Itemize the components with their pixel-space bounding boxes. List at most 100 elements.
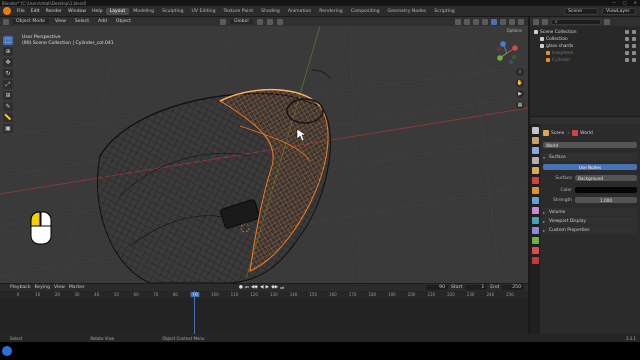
menu-help[interactable]: Help xyxy=(89,9,105,14)
cursor-tool-icon[interactable]: ⊕ xyxy=(3,47,13,56)
zoom-icon[interactable]: ⌕ xyxy=(516,68,524,76)
playhead[interactable] xyxy=(194,291,195,334)
filter-icon[interactable] xyxy=(604,18,610,25)
current-frame-field[interactable]: 90 xyxy=(426,285,449,290)
world-datablock-field[interactable]: World xyxy=(543,142,637,148)
select-box-tool-icon[interactable]: ⬚ xyxy=(3,36,13,45)
start-frame-field[interactable]: 1 xyxy=(465,285,488,290)
menu-marker[interactable]: Marker xyxy=(69,285,85,290)
custom-properties-panel-header[interactable]: ▸ Custom Properties xyxy=(543,226,637,234)
camera-icon[interactable] xyxy=(632,44,636,48)
view-layer-selector[interactable]: ViewLayer xyxy=(602,7,636,15)
mode-dropdown[interactable]: Object Mode xyxy=(12,19,49,24)
tool-tab-icon[interactable] xyxy=(531,127,539,134)
menu-keying[interactable]: Keying xyxy=(35,285,50,290)
texture-tab-icon[interactable] xyxy=(531,257,539,264)
outliner-editor-icon[interactable] xyxy=(533,18,539,25)
play-icon[interactable]: ▶ xyxy=(266,285,270,291)
display-mode-icon[interactable] xyxy=(542,18,548,25)
perspective-toggle-icon[interactable]: ▦ xyxy=(516,101,524,109)
blender-taskbar-icon[interactable] xyxy=(2,346,12,356)
modifier-tab-icon[interactable] xyxy=(531,197,539,204)
menu-playback[interactable]: Playback xyxy=(10,285,31,290)
pivot-icon[interactable] xyxy=(256,18,263,25)
use-nodes-button[interactable]: Use Nodes xyxy=(543,164,637,170)
object-tab-icon[interactable] xyxy=(531,187,539,194)
row-visibility-icons[interactable] xyxy=(625,37,636,41)
camera-icon[interactable] xyxy=(632,30,636,34)
outliner-row[interactable]: Icosphere xyxy=(530,50,640,56)
navigation-gizmo[interactable] xyxy=(494,40,520,66)
tab-uv-editing[interactable]: UV Editing xyxy=(188,8,220,15)
constraints-tab-icon[interactable] xyxy=(531,227,539,234)
jump-start-icon[interactable]: ⏮ xyxy=(245,285,249,291)
snap-icon[interactable] xyxy=(266,18,273,25)
menu-edit[interactable]: Edit xyxy=(28,9,43,14)
tab-texture-paint[interactable]: Texture Paint xyxy=(220,8,258,15)
row-visibility-icons[interactable] xyxy=(625,30,636,34)
menu-render[interactable]: Render xyxy=(43,9,65,14)
row-visibility-icons[interactable] xyxy=(625,51,636,55)
scene-tab-icon[interactable] xyxy=(531,167,539,174)
end-frame-field[interactable]: 250 xyxy=(502,285,524,290)
viewport-display-panel-header[interactable]: ▸ Viewport Display xyxy=(543,217,637,225)
data-tab-icon[interactable] xyxy=(531,237,539,244)
maximize-icon[interactable]: □ xyxy=(623,0,627,5)
world-tab-icon[interactable] xyxy=(531,177,539,184)
pan-hand-icon[interactable]: ✋ xyxy=(516,79,524,87)
row-visibility-icons[interactable] xyxy=(625,58,636,62)
jump-end-icon[interactable]: ⏭ xyxy=(280,285,284,291)
tab-geometry-nodes[interactable]: Geometry Nodes xyxy=(384,8,431,15)
tab-scripting[interactable]: Scripting xyxy=(430,8,458,15)
move-tool-icon[interactable]: ✥ xyxy=(3,58,13,67)
annotate-tool-icon[interactable]: ✎ xyxy=(3,102,13,111)
add-cube-tool-icon[interactable]: ▣ xyxy=(3,124,13,133)
measure-tool-icon[interactable]: 📏 xyxy=(3,113,13,122)
close-icon[interactable]: ✕ xyxy=(634,0,637,5)
tab-compositing[interactable]: Compositing xyxy=(347,8,384,15)
tab-rendering[interactable]: Rendering xyxy=(315,8,346,15)
options-button[interactable]: Options xyxy=(507,28,522,33)
menu-object[interactable]: Object xyxy=(113,19,134,24)
camera-icon[interactable] xyxy=(632,58,636,62)
outliner-search-input[interactable]: ⌕ xyxy=(551,18,601,25)
play-reverse-icon[interactable]: ◀ xyxy=(260,285,264,291)
shading-material-icon[interactable] xyxy=(509,18,515,25)
blender-logo-icon[interactable] xyxy=(3,7,11,15)
view-layer-tab-icon[interactable] xyxy=(531,157,539,164)
strength-field[interactable]: 1.000 xyxy=(575,197,637,203)
render-tab-icon[interactable] xyxy=(531,137,539,144)
surface-shader-field[interactable]: Background xyxy=(575,175,637,181)
transform-tool-icon[interactable]: ⊞ xyxy=(3,91,13,100)
overlay-icon[interactable] xyxy=(473,18,479,25)
outliner-row[interactable]: glass shards xyxy=(530,43,640,49)
menu-window[interactable]: Window xyxy=(65,9,89,14)
proportional-edit-icon[interactable] xyxy=(276,18,283,25)
menu-file[interactable]: File xyxy=(14,9,28,14)
material-tab-icon[interactable] xyxy=(531,247,539,254)
tab-animation[interactable]: Animation xyxy=(284,8,315,15)
menu-add[interactable]: Add xyxy=(95,19,110,24)
outliner-row[interactable]: Cylinder xyxy=(530,57,640,63)
eye-icon[interactable] xyxy=(625,44,629,48)
camera-view-icon[interactable]: ▶ xyxy=(516,90,524,98)
scale-tool-icon[interactable]: ⤢ xyxy=(3,80,13,89)
xray-icon[interactable] xyxy=(482,18,488,25)
shading-solid-icon[interactable] xyxy=(500,18,506,25)
particles-tab-icon[interactable] xyxy=(531,207,539,214)
minimize-icon[interactable]: — xyxy=(612,0,616,5)
menu-view[interactable]: View xyxy=(52,19,69,24)
menu-select[interactable]: Select xyxy=(72,19,92,24)
color-swatch[interactable] xyxy=(575,187,637,193)
menu-timeline-view[interactable]: View xyxy=(54,285,65,290)
next-key-icon[interactable]: ◆▶ xyxy=(271,285,278,291)
timeline-ruler[interactable]: 0 10 20 30 40 50 60 70 80 90 100 110 120 130 140 150 160… xyxy=(0,291,528,299)
tab-shading[interactable]: Shading xyxy=(257,8,284,15)
camera-icon[interactable] xyxy=(632,37,636,41)
eye-icon[interactable] xyxy=(625,30,629,34)
tab-layout[interactable]: Layout xyxy=(105,7,130,15)
visibility-icon[interactable] xyxy=(455,18,461,25)
auto-key-icon[interactable]: ● xyxy=(239,285,243,291)
gizmo-icon[interactable] xyxy=(464,18,470,25)
outliner-row[interactable]: Scene Collection xyxy=(530,29,640,35)
